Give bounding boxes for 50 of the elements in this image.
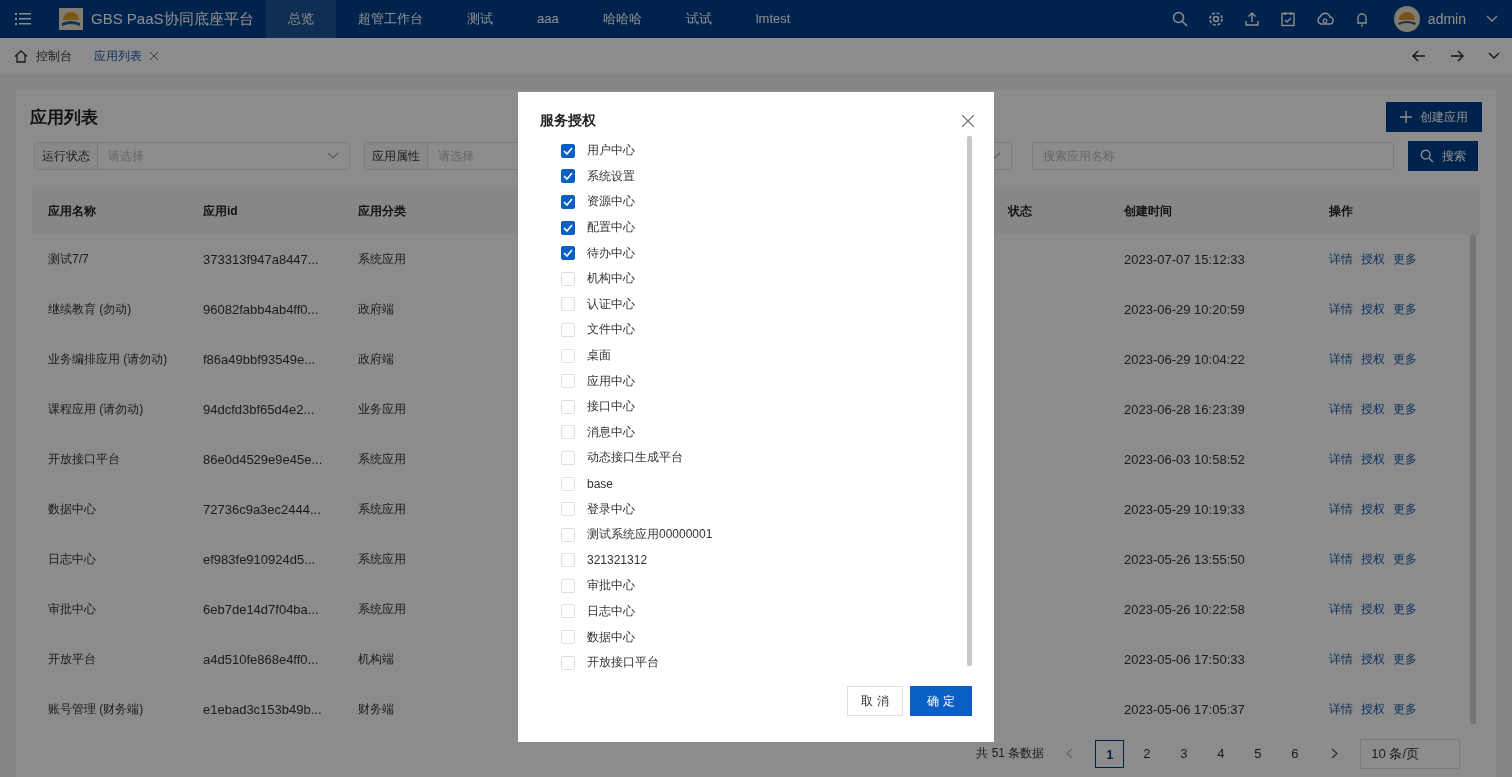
table-cell-text: 94dcfd3bf65d4e2... bbox=[202, 401, 316, 417]
table-cell-text: 系统应用 bbox=[357, 500, 407, 518]
table-cell-text: 2023-06-29 10:04:22 bbox=[1123, 351, 1246, 367]
table-cell-text: 2023-05-29 10:19:33 bbox=[1123, 501, 1246, 517]
table-cell-text: 6eb7de14d7f04ba... bbox=[202, 601, 320, 617]
table-cell-text: ef983fe910924d5... bbox=[202, 551, 317, 567]
table-cell-text: 系统应用 bbox=[357, 250, 407, 268]
column-header: 应用分类 bbox=[357, 202, 407, 220]
table-cell-text: 2023-06-28 16:23:39 bbox=[1123, 401, 1246, 417]
table-cell-text: 财务端 bbox=[357, 700, 395, 718]
table-cell-text: a4d510fe868e4ff0... bbox=[202, 651, 320, 667]
table-cell-text: 2023-05-06 17:05:37 bbox=[1123, 701, 1246, 717]
table-cell-text: 72736c9a3ec2444... bbox=[202, 501, 322, 517]
page-title: 应用列表 bbox=[30, 106, 98, 129]
table-cell-text: 2023-05-06 17:50:33 bbox=[1123, 651, 1246, 667]
table-cell-text: 系统应用 bbox=[357, 450, 407, 468]
table-cell-text: 2023-05-26 10:22:58 bbox=[1123, 601, 1246, 617]
table-cell-text: 开放平台 bbox=[47, 650, 97, 668]
table-cell-text: 机构端 bbox=[357, 650, 395, 668]
table-cell-text: 2023-06-03 10:58:52 bbox=[1123, 451, 1246, 467]
table-cell-text: 96082fabb4ab4ff0... bbox=[202, 301, 320, 317]
table-cell-text: 继续教育 (勿动) bbox=[47, 300, 133, 318]
table-cell-text: 账号管理 (财务端) bbox=[47, 700, 145, 718]
app-title: GBS PaaS协同底座平台 bbox=[91, 9, 255, 29]
table-cell-text: 373313f947a8447... bbox=[202, 251, 320, 267]
table-cell-text: 政府端 bbox=[357, 350, 395, 368]
table-cell-text: 86e0d4529e9e45e... bbox=[202, 451, 324, 467]
column-header: 创建时间 bbox=[1123, 202, 1173, 220]
table-cell-text: 审批中心 bbox=[47, 600, 97, 618]
table-cell-text: e1ebad3c153b49b... bbox=[202, 701, 323, 717]
column-header: 操作 bbox=[1328, 202, 1354, 220]
column-header: 应用id bbox=[202, 202, 239, 220]
table-cell-text: 政府端 bbox=[357, 300, 395, 318]
table-cell-text: 测试7/7 bbox=[47, 250, 90, 268]
table-cell-text: 系统应用 bbox=[357, 600, 407, 618]
dialog-title: 服务授权 bbox=[540, 112, 596, 130]
table-cell-text: 2023-06-29 10:20:59 bbox=[1123, 301, 1246, 317]
table-cell-text: 2023-05-26 13:55:50 bbox=[1123, 551, 1246, 567]
table-cell-text: f86a49bbf93549e... bbox=[202, 351, 317, 367]
table-cell-text: 系统应用 bbox=[357, 550, 407, 568]
table-cell-text: 业务应用 bbox=[357, 400, 407, 418]
table-cell-text: 开放接口平台 bbox=[47, 450, 121, 468]
table-cell-text: 课程应用 (请勿动) bbox=[47, 400, 145, 418]
table-cell-text: 2023-07-07 15:12:33 bbox=[1123, 251, 1246, 267]
table-cell-text: 数据中心 bbox=[47, 500, 97, 518]
table-cell-text: 日志中心 bbox=[47, 550, 97, 568]
column-header: 状态 bbox=[1006, 202, 1033, 220]
total-count: 共 51 条数据 bbox=[976, 745, 1045, 762]
table-cell-text: 业务编排应用 (请勿动) bbox=[47, 350, 169, 368]
column-header: 应用名称 bbox=[47, 202, 97, 220]
